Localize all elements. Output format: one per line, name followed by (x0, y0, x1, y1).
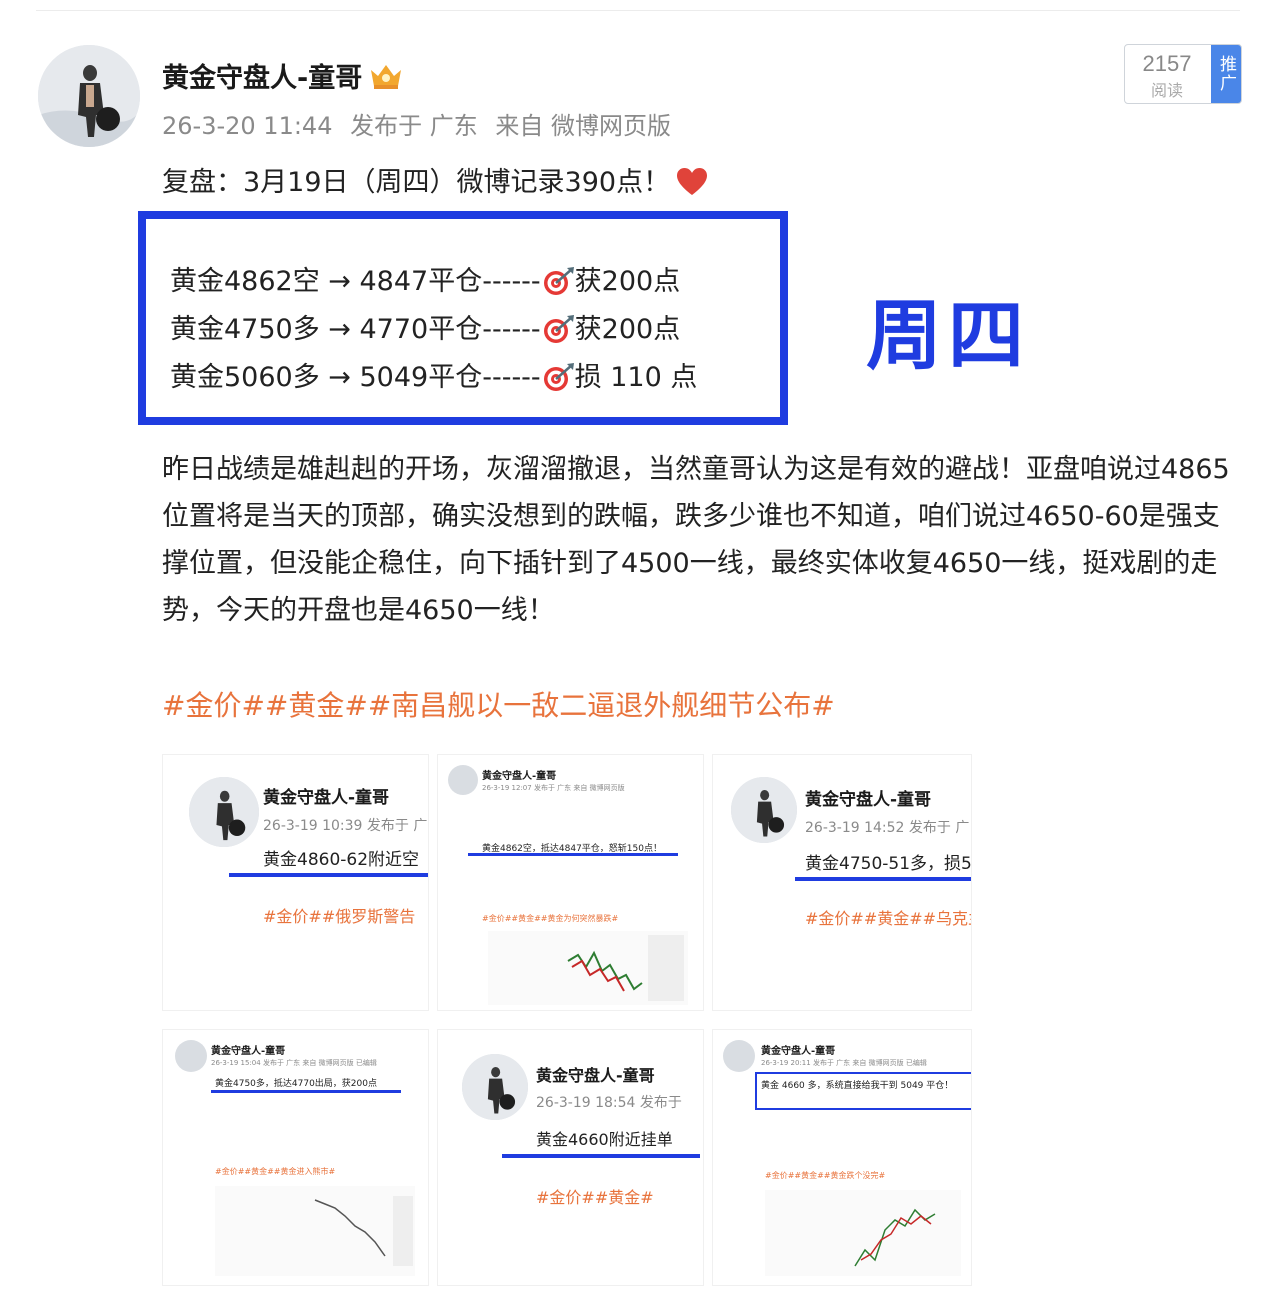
thumbnail-image-5[interactable]: 黄金守盘人-童哥 26-3-19 18:54 发布于 黄金4660附近挂单 #金… (437, 1029, 704, 1286)
post-hashtags[interactable]: #金价##黄金##南昌舰以一敌二逼退外舰细节公布# (162, 684, 835, 724)
avatar (189, 777, 259, 847)
top-divider (36, 10, 1240, 11)
thumb-tags: #金价##黄金##黄金跌个没完# (765, 1171, 886, 1180)
thumb-tags: #金价##黄金##黄金为何突然暴跌# (482, 914, 619, 923)
thumbnail-image-6[interactable]: 黄金守盘人-童哥 26-3-19 20:11 发布于 广东 来自 微博网页版 已… (712, 1029, 972, 1286)
highlight-underline (229, 873, 428, 877)
post-body-text: 昨日战绩是雄赳赳的开场，灰溜溜撤退，当然童哥认为这是有效的避战！亚盘咱说过486… (162, 454, 1230, 626)
trade-entry: 黄金4750多 → 4770平仓------ (170, 314, 541, 345)
weekday-overlay: 周四 (866, 291, 1030, 380)
read-count-box: 2157 阅读 推广 (1124, 44, 1242, 104)
thumb-meta: 26-3-19 18:54 发布于 (536, 1095, 682, 1111)
avatar (462, 1054, 528, 1120)
thumbnail-image-1[interactable]: 黄金守盘人-童哥 26-3-19 10:39 发布于 广 黄金4860-62附近… (162, 754, 429, 1011)
promote-button[interactable]: 推广 (1211, 45, 1241, 103)
thumb-tags: #金价##黄金##乌克兰 (805, 909, 972, 928)
highlight-underline (795, 877, 971, 881)
thumb-meta: 26-3-19 10:39 发布于 广 (263, 818, 428, 834)
highlight-underline (502, 1154, 700, 1158)
trade-entry: 黄金4862空 → 4847平仓------ (170, 266, 541, 297)
thumb-username: 黄金守盘人-童哥 (263, 788, 390, 808)
trade-entry: 黄金5060多 → 5049平仓------ (170, 362, 541, 393)
thumb-text: 黄金4860-62附近空 (263, 850, 420, 870)
mini-chart-image (215, 1186, 415, 1276)
read-count: 2157 (1142, 51, 1192, 76)
thumbnail-image-2[interactable]: 黄金守盘人-童哥 26-3-19 12:07 发布于 广东 来自 微博网页版 黄… (437, 754, 704, 1011)
thumbnail-image-4[interactable]: 黄金守盘人-童哥 26-3-19 15:04 发布于 广东 来自 微博网页版 已… (162, 1029, 429, 1286)
review-text: 复盘：3月19日（周四）微博记录390点！ (162, 167, 671, 198)
thumb-meta: 26-3-19 20:11 发布于 广东 来自 微博网页版 已编辑 (761, 1059, 927, 1067)
thumb-tags: #金价##俄罗斯警告 (263, 907, 416, 926)
avatar (448, 765, 478, 795)
trade-result: 损 110 点 (574, 362, 698, 393)
thumb-meta: 26-3-19 12:07 发布于 广东 来自 微博网页版 (482, 784, 625, 792)
thumb-username: 黄金守盘人-童哥 (536, 1066, 655, 1085)
target-icon (543, 315, 574, 343)
post-source: 来自 微博网页版 (495, 112, 672, 140)
avatar (723, 1040, 755, 1072)
thumb-text: 黄金4750多，抵达4770出局，获200点 (215, 1079, 377, 1089)
trade-record-box: 黄金4862空 → 4847平仓------ 获200点 黄金4750多 → 47… (138, 211, 788, 425)
trade-line-1: 黄金4862空 → 4847平仓------ 获200点 (170, 259, 680, 298)
username[interactable]: 黄金守盘人-童哥 (162, 56, 404, 95)
thumb-text: 黄金4660附近挂单 (536, 1130, 673, 1149)
thumb-meta: 26-3-19 14:52 发布于 广 (805, 820, 970, 836)
heart-icon (677, 168, 708, 195)
thumb-username: 黄金守盘人-童哥 (482, 771, 557, 782)
thumb-username: 黄金守盘人-童哥 (805, 790, 932, 810)
post-time[interactable]: 26-3-20 11:44 (162, 112, 332, 140)
post-location: 发布于 广东 (350, 112, 478, 140)
trade-line-3: 黄金5060多 → 5049平仓------ 损 110 点 (170, 355, 697, 394)
avatar (175, 1040, 207, 1072)
mini-chart-image (765, 1190, 961, 1276)
review-line: 复盘：3月19日（周四）微博记录390点！ (162, 160, 708, 199)
trade-result: 获200点 (574, 314, 681, 345)
highlight-underline (468, 853, 678, 856)
highlight-underline (211, 1090, 401, 1093)
thumb-text: 黄金4750-51多，损5 (805, 854, 972, 874)
thumb-tags: #金价##黄金# (536, 1188, 654, 1207)
avatar-image (38, 45, 140, 147)
highlight-box (755, 1072, 971, 1110)
read-label: 阅读 (1150, 81, 1183, 100)
thumbnail-image-3[interactable]: 黄金守盘人-童哥 26-3-19 14:52 发布于 广 黄金4750-51多，… (712, 754, 972, 1011)
post-meta: 26-3-20 11:44 发布于 广东 来自 微博网页版 (162, 106, 681, 141)
trade-result: 获200点 (574, 266, 681, 297)
thumb-tags: #金价##黄金##黄金进入熊市# (215, 1167, 336, 1176)
target-icon (543, 267, 574, 295)
avatar (731, 777, 797, 843)
vip-crown-icon (371, 65, 402, 89)
target-icon (543, 363, 574, 391)
thumb-username: 黄金守盘人-童哥 (211, 1046, 286, 1057)
trade-line-2: 黄金4750多 → 4770平仓------ 获200点 (170, 307, 680, 346)
username-text: 黄金守盘人-童哥 (162, 63, 363, 94)
mini-chart-image (488, 931, 688, 1005)
thumb-username: 黄金守盘人-童哥 (761, 1046, 836, 1057)
avatar[interactable] (38, 45, 140, 147)
thumb-meta: 26-3-19 15:04 发布于 广东 来自 微博网页版 已编辑 (211, 1059, 377, 1067)
